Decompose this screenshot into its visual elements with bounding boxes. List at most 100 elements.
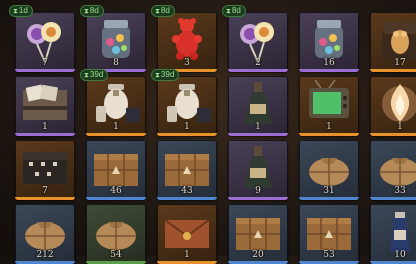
item-quantity: 1 [326, 122, 332, 132]
item-quantity: 7 [42, 58, 48, 68]
rarity-bar [299, 69, 359, 72]
item-quantity: 212 [36, 250, 54, 260]
rarity-bar [370, 69, 416, 72]
wooden-crate-icon [165, 154, 209, 186]
inventory-slot[interactable]: 1 [86, 76, 146, 136]
item-quantity: 1 [255, 122, 261, 132]
item-quantity: 1 [397, 122, 403, 132]
timer-label: 8d [160, 6, 170, 15]
bottle-icon [244, 82, 272, 124]
rarity-bar [370, 197, 416, 200]
photo-chest-icon [23, 84, 67, 120]
inventory-slot[interactable]: 17 [370, 12, 416, 72]
inventory-slot[interactable]: 7 [15, 140, 75, 200]
item-quantity: 10 [394, 250, 406, 260]
rarity-bar [86, 197, 146, 200]
expiry-timer-badge: ⧗39d [151, 69, 180, 81]
hourglass-icon: ⧗ [155, 8, 160, 15]
hourglass-icon: ⧗ [84, 72, 89, 79]
dark-chest-icon [23, 152, 67, 184]
inventory-slot[interactable]: 16 [299, 12, 359, 72]
item-quantity: 31 [323, 186, 335, 196]
inventory-slot[interactable]: 7 [15, 12, 75, 72]
potion-bundle-icon [96, 84, 140, 122]
inventory-slot[interactable]: 3 [157, 12, 217, 72]
rarity-bar [86, 133, 146, 136]
sack-icon [380, 158, 416, 186]
inventory-slot[interactable]: 212 [15, 204, 75, 264]
candy-jar-icon [102, 20, 130, 58]
rarity-bar [157, 133, 217, 136]
hourglass-icon: ⧗ [226, 8, 231, 15]
lollipop-icon [240, 22, 274, 63]
hourglass-icon: ⧗ [84, 8, 89, 15]
item-quantity: 16 [323, 58, 335, 68]
inventory-slot[interactable]: 31 [299, 140, 359, 200]
inventory-slot[interactable]: 1 [299, 76, 359, 136]
expiry-timer-badge: ⧗8d [80, 5, 104, 17]
inventory-slot[interactable]: 9 [228, 140, 288, 200]
expiry-timer-badge: ⧗8d [222, 5, 246, 17]
inventory-slot[interactable]: 1 [228, 76, 288, 136]
expiry-timer-badge: ⧗1d [9, 5, 33, 17]
inventory-slot[interactable]: 2 [228, 12, 288, 72]
rarity-bar [299, 197, 359, 200]
item-quantity: 46 [110, 186, 122, 196]
expiry-timer-badge: ⧗39d [80, 69, 109, 81]
item-quantity: 17 [394, 58, 406, 68]
envelope-icon [164, 219, 210, 248]
item-quantity: 7 [42, 186, 48, 196]
inventory-slot[interactable]: 1 [157, 76, 217, 136]
timer-label: 39d [89, 70, 104, 79]
item-quantity: 2 [255, 58, 261, 68]
potion-bundle-icon [167, 84, 211, 122]
item-quantity: 9 [255, 186, 261, 196]
rarity-bar [228, 133, 288, 136]
rarity-bar [299, 133, 359, 136]
inventory-slot[interactable]: 43 [157, 140, 217, 200]
inventory-slot[interactable]: 20 [228, 204, 288, 264]
timer-label: 1d [18, 6, 28, 15]
item-quantity: 1 [184, 122, 190, 132]
sack-icon [25, 222, 65, 250]
candy-jar-icon [315, 20, 343, 58]
wooden-crate-icon [236, 218, 280, 250]
inventory-slot[interactable]: 1 [157, 204, 217, 264]
item-quantity: 1 [42, 122, 48, 132]
sack-icon [309, 158, 349, 186]
inventory-slot[interactable]: 46 [86, 140, 146, 200]
item-quantity: 43 [181, 186, 193, 196]
item-quantity: 3 [184, 58, 190, 68]
inventory-slot[interactable]: 54 [86, 204, 146, 264]
hourglass-icon: ⧗ [13, 8, 18, 15]
inventory-slot[interactable]: 1 [15, 76, 75, 136]
rarity-bar [157, 197, 217, 200]
rarity-bar [228, 69, 288, 72]
potion-vial-icon [390, 212, 410, 252]
rarity-bar [15, 133, 75, 136]
inventory-slot[interactable]: 33 [370, 140, 416, 200]
timer-label: 39d [160, 70, 175, 79]
rarity-bar [228, 197, 288, 200]
item-quantity: 33 [394, 186, 406, 196]
item-quantity: 1 [113, 122, 119, 132]
wooden-crate-icon [307, 218, 351, 250]
item-quantity: 1 [184, 250, 190, 260]
inventory-slot[interactable]: 10 [370, 204, 416, 264]
inventory-slot[interactable]: 1 [370, 76, 416, 136]
inventory-slot[interactable]: 53 [299, 204, 359, 264]
rarity-bar [15, 197, 75, 200]
expiry-timer-badge: ⧗8d [151, 5, 175, 17]
inventory-slot[interactable]: 8 [86, 12, 146, 72]
item-quantity: 8 [113, 58, 119, 68]
item-quantity: 54 [110, 250, 122, 260]
hourglass-icon: ⧗ [155, 72, 160, 79]
rarity-bar [15, 69, 75, 72]
wooden-crate-icon [94, 154, 138, 186]
gift-box-icon [382, 22, 416, 60]
bottle-icon [244, 146, 272, 188]
tv-icon [309, 79, 349, 118]
flame-orb-icon [382, 84, 416, 122]
gummy-bear-icon [172, 18, 202, 60]
timer-label: 8d [231, 6, 241, 15]
